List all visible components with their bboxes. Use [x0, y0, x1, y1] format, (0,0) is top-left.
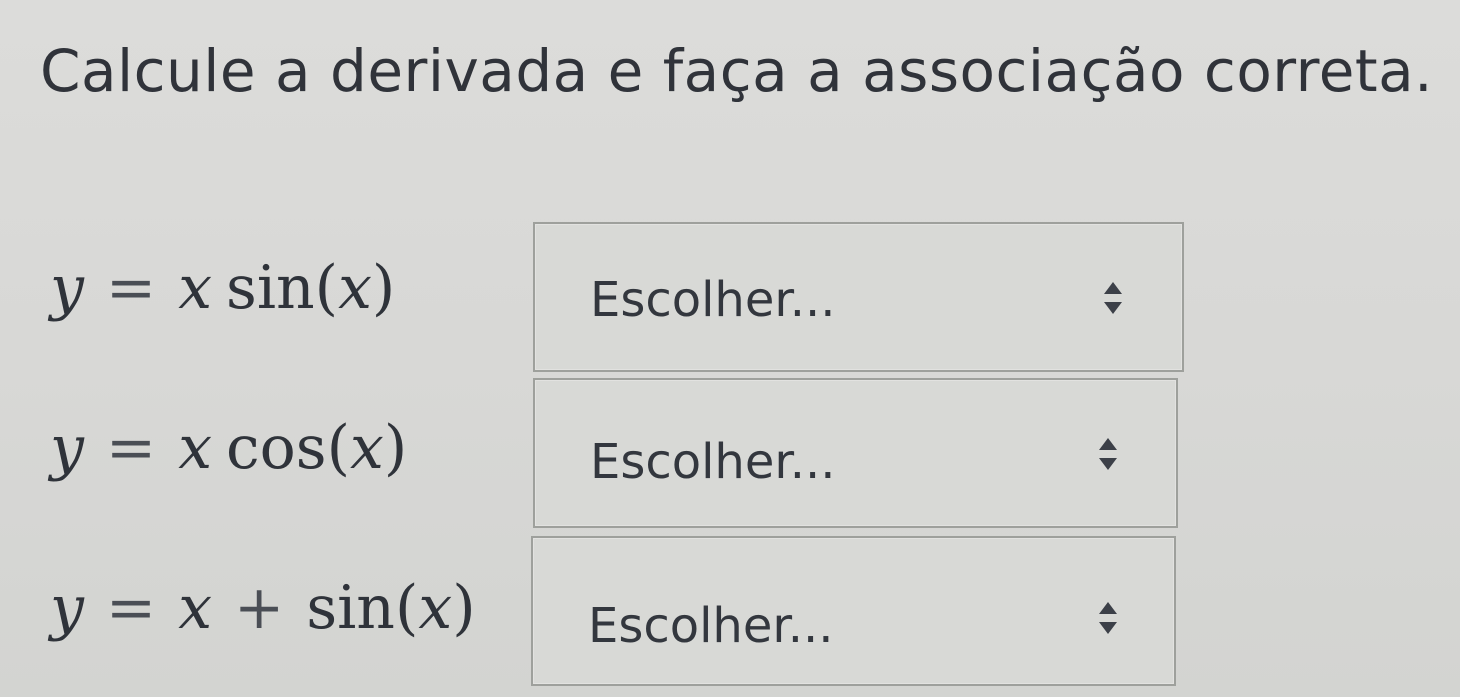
- stem-formula: y = x + sin(x): [50, 578, 476, 638]
- stem-lhs: y: [50, 253, 84, 323]
- stem-close-paren: ): [383, 413, 408, 483]
- stem-arg: x: [338, 253, 372, 323]
- select-arrows-icon: [1102, 280, 1124, 316]
- select-arrows-icon: [1097, 436, 1119, 472]
- stem-formula: y = x sin(x): [50, 258, 395, 318]
- stem-func: sin: [306, 573, 395, 643]
- stem-equals: =: [105, 573, 157, 643]
- stem-var: x: [178, 253, 213, 323]
- stem-func: sin: [226, 253, 315, 323]
- answer-select[interactable]: Escolher...: [531, 536, 1176, 686]
- select-value: Escolher...: [590, 272, 836, 328]
- stem-func: cos: [226, 413, 327, 483]
- answer-select[interactable]: Escolher...: [533, 222, 1184, 372]
- stem-arg: x: [349, 413, 384, 483]
- stem-var: x: [178, 573, 213, 643]
- select-value: Escolher...: [590, 434, 836, 490]
- stem-close-paren: ): [452, 573, 476, 643]
- stem-lhs: y: [50, 573, 84, 643]
- stem-equals: =: [105, 413, 157, 483]
- stem-open-paren: (: [326, 413, 350, 483]
- stem-open-paren: (: [314, 253, 339, 323]
- stem-lhs: y: [50, 413, 84, 483]
- stem-equals: =: [105, 253, 157, 323]
- stem-var: x: [178, 413, 213, 483]
- stem-plus: +: [234, 573, 285, 643]
- stem-close-paren: ): [371, 253, 396, 323]
- answer-select[interactable]: Escolher...: [533, 378, 1178, 528]
- stem-arg: x: [418, 573, 453, 643]
- stem-formula: y = x cos(x): [50, 418, 407, 478]
- match-table: y = x sin(x) Escolher... y = x cos(x) Escolher…: [0, 0, 1460, 697]
- select-arrows-icon: [1097, 600, 1119, 636]
- select-value: Escolher...: [588, 598, 834, 654]
- stem-open-paren: (: [394, 573, 419, 643]
